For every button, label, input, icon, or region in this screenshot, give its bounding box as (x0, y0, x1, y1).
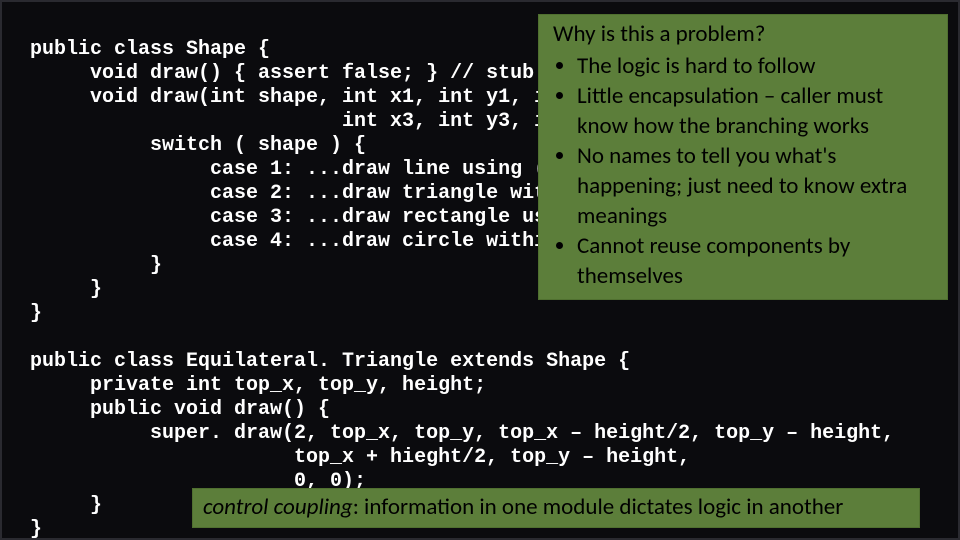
code-line: } (30, 494, 102, 517)
footer-text: : information in one module dictates log… (353, 493, 844, 521)
callout-item: The logic is hard to follow (577, 51, 933, 81)
code-line: } (30, 278, 102, 301)
code-line: void draw() { assert false; } // stub (30, 62, 534, 85)
problem-callout: Why is this a problem? The logic is hard… (538, 14, 948, 300)
slide: public class Shape { void draw() { asser… (0, 0, 960, 540)
callout-question: Why is this a problem? (553, 19, 933, 49)
callout-item: No names to tell you what's happening; j… (577, 141, 933, 231)
code-line: public void draw() { (30, 398, 330, 421)
callout-item: Cannot reuse components by themselves (577, 231, 933, 291)
callout-list: The logic is hard to follow Little encap… (553, 51, 933, 291)
callout-item: Little encapsulation – caller must know … (577, 81, 933, 141)
code-line: super. draw(2, top_x, top_y, top_x – hei… (30, 422, 894, 445)
footer-callout: control coupling: information in one mod… (192, 488, 920, 528)
code-line: top_x + hieght/2, top_y – height, (30, 446, 690, 469)
code-line: } (30, 518, 42, 540)
code-line: public class Equilateral. Triangle exten… (30, 350, 630, 373)
code-line: } (30, 302, 42, 325)
footer-term: control coupling (203, 493, 353, 521)
code-line: public class Shape { (30, 38, 270, 61)
code-line: } (30, 254, 162, 277)
code-line: private int top_x, top_y, height; (30, 374, 486, 397)
code-line: switch ( shape ) { (30, 134, 366, 157)
